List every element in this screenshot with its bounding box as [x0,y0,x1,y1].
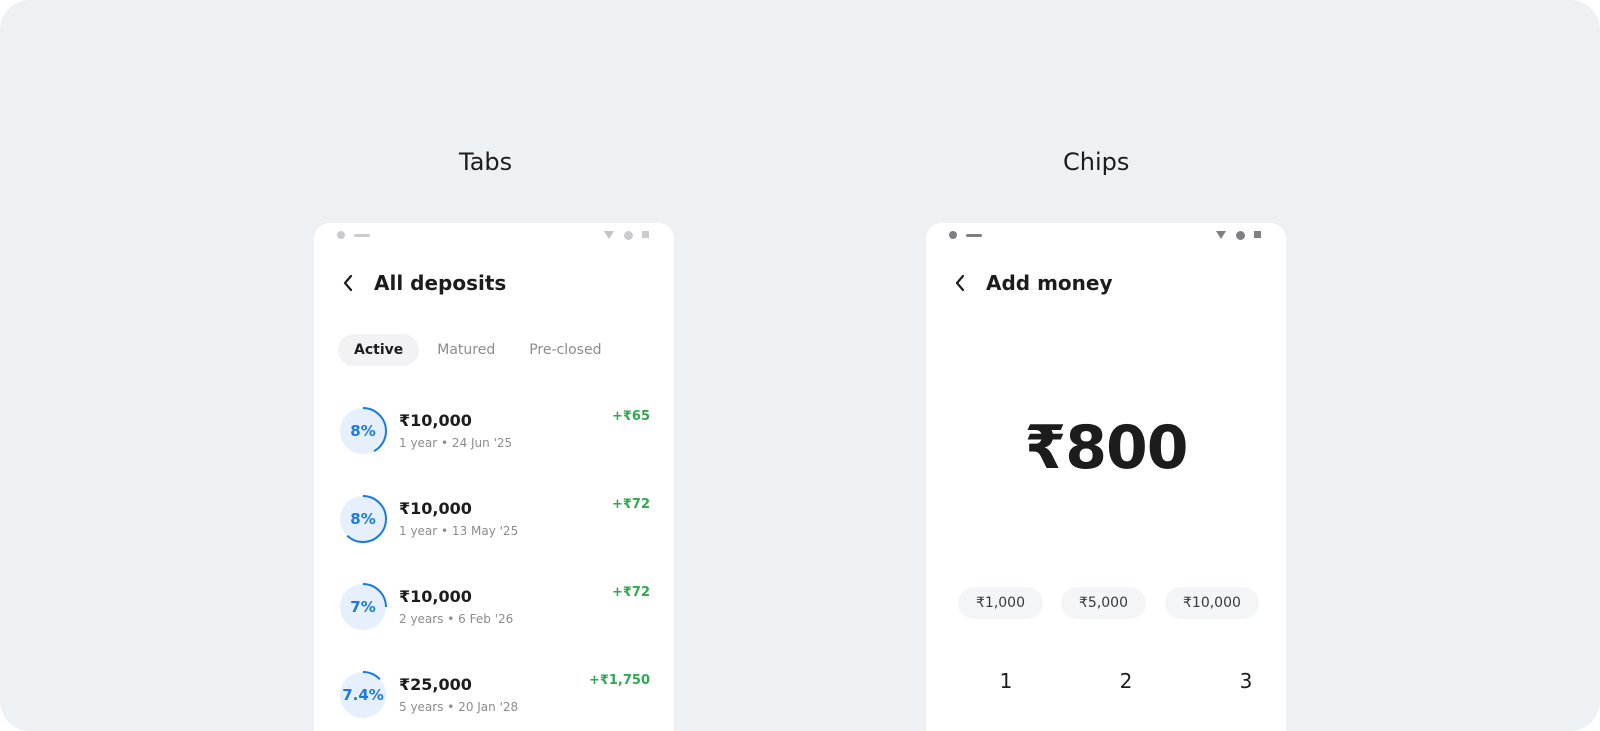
screen-header: Add money [950,267,1113,299]
rate-label: 7% [350,598,376,616]
battery-icon [1254,231,1261,238]
rate-label: 7.4% [342,686,384,704]
page-title: Add money [986,271,1113,295]
status-bar [926,223,1286,245]
signal-icon [624,231,633,240]
chips-section-title: Chips [1063,148,1130,176]
tab-active[interactable]: Active [338,334,420,366]
deposit-amount: ₹10,000 [399,411,472,430]
rate-progress-ring: 7% [338,582,388,632]
back-button[interactable] [338,273,358,293]
screen-header: All deposits [338,267,506,299]
chevron-left-icon [343,274,353,292]
battery-icon [642,231,649,238]
deposit-details: 1 year • 24 Jun '25 [399,436,513,450]
deposit-row[interactable]: 8% ₹10,000 1 year • 24 Jun '25 +₹65 [338,406,650,458]
notification-icon [966,234,982,237]
rate-progress-ring: 7.4% [338,670,388,720]
back-button[interactable] [950,273,970,293]
deposit-amount: ₹10,000 [399,587,472,606]
wifi-icon [1216,231,1226,239]
deposit-gain: +₹65 [611,409,650,424]
deposit-row[interactable]: 8% ₹10,000 1 year • 13 May '25 +₹72 [338,494,650,546]
amount-display: ₹800 [1024,413,1189,483]
rate-progress-ring: 8% [338,494,388,544]
amount-chip-5000[interactable]: ₹5,000 [1061,587,1146,619]
deposits-phone: All deposits Active Matured Pre-closed 8… [314,223,674,731]
page-title: All deposits [374,271,507,295]
deposit-amount: ₹25,000 [399,675,472,694]
wifi-icon [604,231,614,239]
deposit-details: 2 years • 6 Feb '26 [399,612,514,626]
keypad-key-2[interactable]: 2 [1106,669,1146,693]
camera-dot-icon [949,231,957,239]
rate-progress-ring: 8% [338,406,388,456]
deposit-row[interactable]: 7.4% ₹25,000 5 years • 20 Jan '28 +₹1,75… [338,670,650,722]
deposit-tabs: Active Matured Pre-closed [338,334,619,366]
signal-icon [1236,231,1245,240]
status-bar [314,223,674,245]
notification-icon [354,234,370,237]
chevron-left-icon [955,274,965,292]
tab-matured[interactable]: Matured [421,334,511,366]
deposit-details: 1 year • 13 May '25 [399,524,519,538]
amount-chip-10000[interactable]: ₹10,000 [1165,587,1259,619]
keypad-key-1[interactable]: 1 [986,669,1026,693]
add-money-phone: Add money ₹800 ₹1,000 ₹5,000 ₹10,000 1 2… [926,223,1286,731]
camera-dot-icon [337,231,345,239]
deposit-gain: +₹1,750 [588,673,650,688]
deposit-details: 5 years • 20 Jan '28 [399,700,519,714]
tab-pre-closed[interactable]: Pre-closed [513,334,617,366]
canvas: Tabs Chips All deposits Active Matured P… [0,0,1600,731]
tabs-section-title: Tabs [459,148,513,176]
amount-chip-1000[interactable]: ₹1,000 [958,587,1043,619]
deposit-amount: ₹10,000 [399,499,472,518]
keypad-key-3[interactable]: 3 [1226,669,1266,693]
deposit-gain: +₹72 [611,585,650,600]
deposit-gain: +₹72 [611,497,650,512]
rate-label: 8% [350,510,376,528]
rate-label: 8% [350,422,376,440]
deposit-row[interactable]: 7% ₹10,000 2 years • 6 Feb '26 +₹72 [338,582,650,634]
